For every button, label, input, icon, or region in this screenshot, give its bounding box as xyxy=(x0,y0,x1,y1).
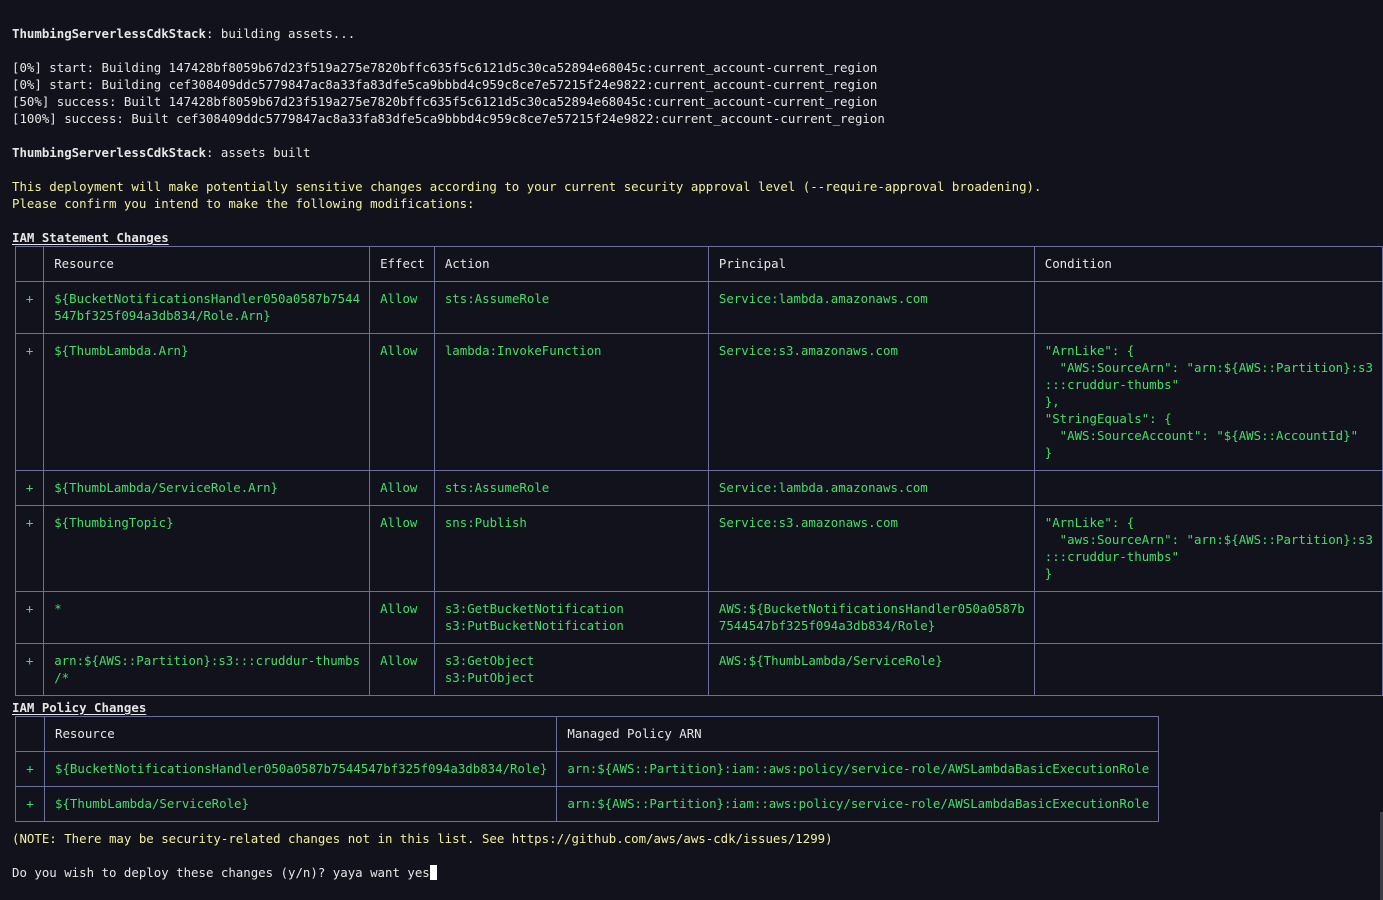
statement-row: + ${ThumbingTopic} Allow sns:Publish Service… xyxy=(14,505,1383,592)
deploy-prompt-line[interactable]: Do you wish to deploy these changes (y/n… xyxy=(12,864,1383,881)
text-cursor xyxy=(429,865,437,880)
change-op: + xyxy=(14,505,45,592)
principal-cell: Service:lambda.amazonaws.com xyxy=(707,281,1035,334)
header-effect: Effect xyxy=(369,246,435,282)
change-op: + xyxy=(15,751,45,787)
resource-cell: * xyxy=(43,591,371,644)
header-op xyxy=(15,716,45,752)
iam-policy-table: Resource Managed Policy ARN + ${BucketNot… xyxy=(15,716,1160,822)
stack-name: ThumbingServerlessCdkStack xyxy=(12,26,206,41)
warning-line: Please confirm you intend to make the fo… xyxy=(12,196,475,211)
header-resource: Resource xyxy=(43,246,371,282)
building-assets-line: ThumbingServerlessCdkStack: building ass… xyxy=(12,25,1383,42)
resource-cell: arn:${AWS::Partition}:s3:::cruddur-thumb… xyxy=(43,643,371,696)
effect-cell: Allow xyxy=(369,643,435,696)
statement-section-title: IAM Statement Changes xyxy=(12,230,169,245)
principal-cell: AWS:${ThumbLambda/ServiceRole} xyxy=(707,643,1035,696)
condition-cell xyxy=(1033,643,1383,696)
warning-line: This deployment will make potentially se… xyxy=(12,179,1042,194)
build-log-line: [0%] start: Building 147428bf8059b67d23f… xyxy=(12,60,878,75)
deploy-prompt: Do you wish to deploy these changes (y/n… xyxy=(12,865,333,880)
action-cell: s3:GetObject s3:PutObject xyxy=(433,643,709,696)
resource-cell: ${BucketNotificationsHandler050a0587b754… xyxy=(43,751,558,787)
change-op: + xyxy=(14,470,45,506)
condition-cell xyxy=(1033,591,1383,644)
build-log-line: [0%] start: Building cef308409ddc5779847… xyxy=(12,77,878,92)
effect-cell: Allow xyxy=(369,505,435,592)
effect-cell: Allow xyxy=(369,333,435,471)
effect-cell: Allow xyxy=(369,591,435,644)
effect-cell: Allow xyxy=(369,281,435,334)
resource-cell: ${ThumbLambda.Arn} xyxy=(43,333,371,471)
build-log-line: [50%] success: Built 147428bf8059b67d23f… xyxy=(12,94,878,109)
policy-row: + ${BucketNotificationsHandler050a0587b75… xyxy=(15,751,1160,787)
statement-row: + ${ThumbLambda.Arn} Allow lambda:InvokeFun… xyxy=(14,333,1383,471)
header-resource: Resource xyxy=(43,716,558,752)
principal-cell: Service:lambda.amazonaws.com xyxy=(707,470,1035,506)
statement-row: + ${BucketNotificationsHandler050a0587b75… xyxy=(14,281,1383,334)
header-op xyxy=(14,246,45,282)
resource-cell: ${BucketNotificationsHandler050a0587b754… xyxy=(43,281,371,334)
managed-policy-arn-cell: arn:${AWS::Partition}:iam::aws:policy/se… xyxy=(556,751,1160,787)
built-status: : assets built xyxy=(205,145,311,160)
principal-cell: Service:s3.amazonaws.com xyxy=(707,505,1035,592)
policy-section-title: IAM Policy Changes xyxy=(12,700,147,715)
action-cell: s3:GetBucketNotification s3:PutBucketNot… xyxy=(433,591,709,644)
action-cell: sns:Publish xyxy=(433,505,709,592)
stack-name: ThumbingServerlessCdkStack xyxy=(12,145,206,160)
action-cell: lambda:InvokeFunction xyxy=(433,333,709,471)
iam-statement-table: Resource Effect Action Principal Conditi… xyxy=(14,246,1383,696)
building-status: : building assets... xyxy=(205,26,356,41)
condition-cell xyxy=(1033,470,1383,506)
condition-cell: "ArnLike": { "AWS:SourceArn": "arn:${AWS… xyxy=(1033,333,1383,471)
header-managed-policy-arn: Managed Policy ARN xyxy=(556,716,1160,752)
managed-policy-arn-cell: arn:${AWS::Partition}:iam::aws:policy/se… xyxy=(556,786,1160,822)
table-header-row: Resource Effect Action Principal Conditi… xyxy=(14,246,1383,282)
condition-cell: "ArnLike": { "aws:SourceArn": "arn:${AWS… xyxy=(1033,505,1383,592)
action-cell: sts:AssumeRole xyxy=(433,281,709,334)
change-op: + xyxy=(14,591,45,644)
terminal-output: ThumbingServerlessCdkStack: building ass… xyxy=(12,25,1383,881)
build-log-line: [100%] success: Built cef308409ddc577984… xyxy=(12,111,885,126)
statement-row: + ${ThumbLambda/ServiceRole.Arn} Allow sts:… xyxy=(14,470,1383,506)
assets-built-line: ThumbingServerlessCdkStack: assets built xyxy=(12,144,1383,161)
principal-cell: AWS:${BucketNotificationsHandler050a0587… xyxy=(707,591,1035,644)
change-op: + xyxy=(14,281,45,334)
statement-row: + * Allow s3:GetBucketNotification s3:PutBu… xyxy=(14,591,1383,644)
change-op: + xyxy=(15,786,45,822)
header-action: Action xyxy=(433,246,709,282)
resource-cell: ${ThumbingTopic} xyxy=(43,505,371,592)
resource-cell: ${ThumbLambda/ServiceRole.Arn} xyxy=(43,470,371,506)
security-note: (NOTE: There may be security-related cha… xyxy=(12,831,833,846)
condition-cell xyxy=(1033,281,1383,334)
header-principal: Principal xyxy=(707,246,1035,282)
principal-cell: Service:s3.amazonaws.com xyxy=(707,333,1035,471)
prompt-input[interactable]: yaya want yes xyxy=(333,865,430,880)
change-op: + xyxy=(14,643,45,696)
policy-row: + ${ThumbLambda/ServiceRole} arn:${AWS::Pa… xyxy=(15,786,1160,822)
action-cell: sts:AssumeRole xyxy=(433,470,709,506)
statement-row: + arn:${AWS::Partition}:s3:::cruddur-thum… xyxy=(14,643,1383,696)
resource-cell: ${ThumbLambda/ServiceRole} xyxy=(43,786,558,822)
header-condition: Condition xyxy=(1033,246,1383,282)
effect-cell: Allow xyxy=(369,470,435,506)
table-header-row: Resource Managed Policy ARN xyxy=(15,716,1160,752)
change-op: + xyxy=(14,333,45,471)
